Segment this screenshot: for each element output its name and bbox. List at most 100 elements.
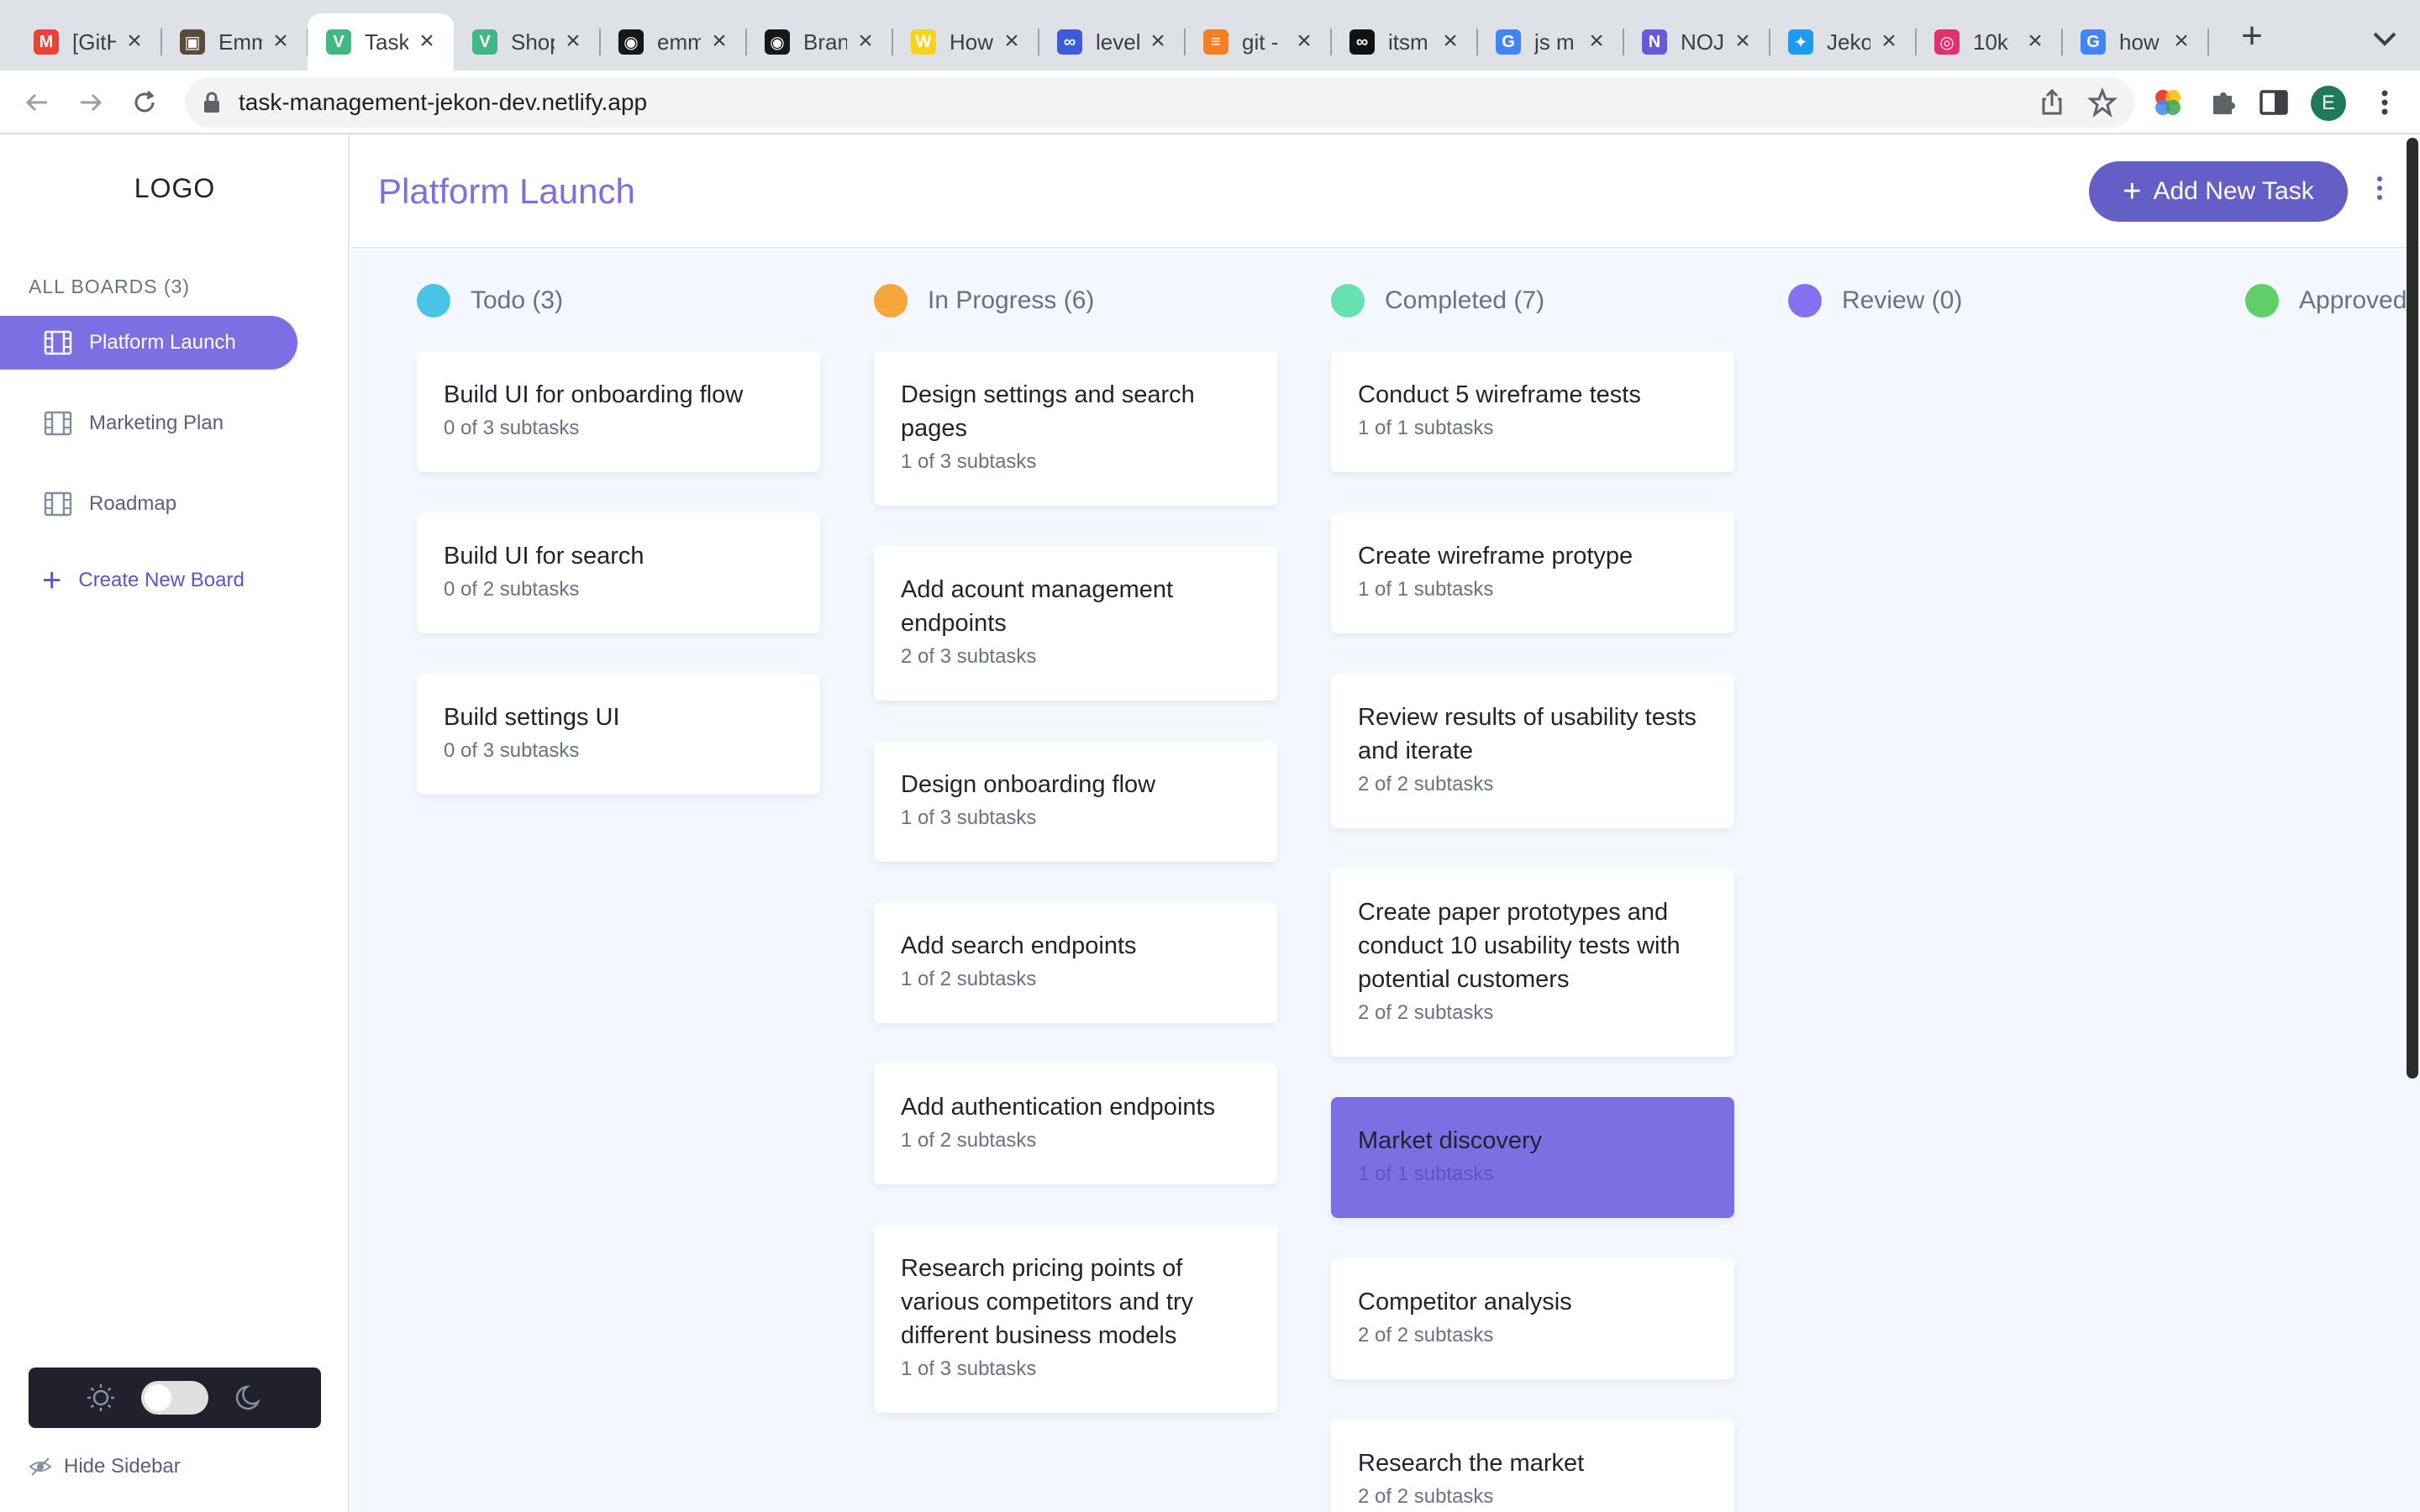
logo: LOGO xyxy=(134,173,216,203)
board-columns: Todo (3) Build UI for onboarding flow 0 of… xyxy=(351,250,2420,1512)
hide-sidebar-button[interactable]: Hide Sidebar xyxy=(29,1455,181,1478)
tab-title: Task xyxy=(365,29,408,55)
task-card[interactable]: Add search endpoints 1 of 2 subtasks xyxy=(874,902,1277,1023)
close-icon[interactable]: × xyxy=(1439,29,1462,54)
github-icon: ◉ xyxy=(618,29,644,55)
sidebar-board-item[interactable]: Roadmap xyxy=(0,477,297,531)
browser-tab[interactable]: ◉ Brand × xyxy=(746,13,893,71)
task-card[interactable]: Competitor analysis 2 of 2 subtasks xyxy=(1331,1258,1734,1379)
puzzle-icon[interactable] xyxy=(2207,86,2240,119)
board-icon xyxy=(44,491,72,517)
browser-tab[interactable]: V Task × xyxy=(308,13,454,71)
task-card[interactable]: Build UI for search 0 of 2 subtasks xyxy=(417,512,820,633)
new-tab-button[interactable]: + xyxy=(2235,18,2269,55)
task-subtask-count: 2 of 2 subtasks xyxy=(1358,1485,1494,1508)
browser-tab[interactable]: ✦ Jeko × xyxy=(1770,13,1917,71)
task-card[interactable]: Research the market 2 of 2 subtasks xyxy=(1331,1420,1734,1512)
browser-tab-strip: M[GitHub]×▣Emma×VTask×VShop×◉emma×◉Brand… xyxy=(0,0,2420,71)
close-icon[interactable]: × xyxy=(1731,29,1754,54)
task-title: Create wireframe protype xyxy=(1358,543,1634,570)
color-wheel-extension-icon[interactable] xyxy=(2151,86,2185,119)
task-title: Review results of usability tests and it… xyxy=(1358,704,1697,764)
column-title: Review (0) xyxy=(1842,286,1963,314)
task-title: Build settings UI xyxy=(444,704,620,731)
task-title: Build UI for onboarding flow xyxy=(444,381,744,408)
photo-icon: ▣ xyxy=(180,29,205,55)
browser-tab[interactable]: ◉ emma × xyxy=(600,13,747,71)
theme-toggle xyxy=(29,1368,321,1428)
side-panel-icon[interactable] xyxy=(2257,86,2291,119)
task-card[interactable]: Market discovery 1 of 1 subtasks xyxy=(1331,1097,1734,1218)
close-icon[interactable]: × xyxy=(708,29,731,54)
theme-switch[interactable] xyxy=(141,1381,208,1415)
task-card[interactable]: Add authentication endpoints 1 of 2 subta… xyxy=(874,1063,1277,1184)
close-icon[interactable]: × xyxy=(123,29,146,54)
browser-tab[interactable]: ◎ 10k × xyxy=(1916,13,2063,71)
browser-tab[interactable]: M [GitHub] × xyxy=(15,13,162,71)
task-card[interactable]: Conduct 5 wireframe tests 1 of 1 subtasks xyxy=(1331,351,1734,472)
browser-tab[interactable]: Ghow × xyxy=(2062,13,2209,71)
tab-title: NOJ xyxy=(1681,29,1724,55)
task-card[interactable]: Add acount management endpoints 2 of 3 su… xyxy=(874,546,1277,701)
browser-menu-icon[interactable] xyxy=(2368,86,2402,119)
browser-tab[interactable]: ∞ itsm × xyxy=(1331,13,1478,71)
page-scrollbar[interactable] xyxy=(2407,138,2418,1079)
browser-tab[interactable]: V Shop× xyxy=(454,13,601,71)
browser-tab[interactable]: W How × xyxy=(892,13,1039,71)
forward-button[interactable] xyxy=(71,82,111,123)
browser-tab[interactable]: ∞ level × xyxy=(1039,13,1186,71)
infinity-icon: ∞ xyxy=(1057,29,1082,55)
task-subtask-count: 0 of 3 subtasks xyxy=(444,739,580,762)
sidebar: LOGO ALL BOARDS (3) Platform Launch Marke… xyxy=(0,134,350,1512)
tab-title: Shop xyxy=(511,29,555,55)
close-icon[interactable]: × xyxy=(415,29,439,54)
task-card[interactable]: Review results of usability tests and it… xyxy=(1331,674,1734,828)
star-icon[interactable] xyxy=(2087,87,2118,118)
profile-avatar[interactable]: E xyxy=(2311,86,2346,121)
column-header: Completed (7) xyxy=(1331,284,1544,318)
column-status-dot xyxy=(417,284,450,318)
back-button[interactable] xyxy=(17,82,57,123)
instagram-icon: ◎ xyxy=(1934,29,1960,55)
task-card[interactable]: Create wireframe protype 1 of 1 subtasks xyxy=(1331,512,1734,633)
close-icon[interactable]: × xyxy=(269,29,292,54)
close-icon[interactable]: × xyxy=(1000,29,1023,54)
address-bar[interactable]: task-management-jekon-dev.netlify.app xyxy=(185,77,2134,128)
close-icon[interactable]: × xyxy=(1877,29,1901,54)
switch-knob xyxy=(145,1384,171,1411)
tab-title: 10k xyxy=(1973,29,2008,55)
board-menu-icon[interactable] xyxy=(2371,176,2388,207)
task-card[interactable]: Build settings UI 0 of 3 subtasks xyxy=(417,674,820,795)
lock-icon[interactable] xyxy=(202,91,222,114)
task-card[interactable]: Research pricing points of various compe… xyxy=(874,1225,1277,1413)
task-card[interactable]: Create paper prototypes and conduct 10 u… xyxy=(1331,869,1734,1057)
close-icon[interactable]: × xyxy=(1292,29,1316,54)
close-icon[interactable]: × xyxy=(1146,29,1170,54)
tab-title: How xyxy=(950,29,993,55)
task-card[interactable]: Design settings and search pages 1 of 3 s… xyxy=(874,351,1277,506)
close-icon[interactable]: × xyxy=(1585,29,1608,54)
close-icon[interactable]: × xyxy=(2023,29,2047,54)
close-icon[interactable]: × xyxy=(2170,29,2193,54)
browser-tab[interactable]: N NOJ × xyxy=(1623,13,1770,71)
create-new-board-button[interactable]: + Create New Board xyxy=(42,564,245,597)
add-new-task-button[interactable]: + Add New Task xyxy=(2089,161,2348,222)
chevron-down-icon[interactable] xyxy=(2368,22,2402,55)
sidebar-board-item[interactable]: Marketing Plan xyxy=(0,396,297,450)
share-icon[interactable] xyxy=(2037,87,2067,118)
close-icon[interactable]: × xyxy=(561,29,585,54)
close-icon[interactable]: × xyxy=(854,29,877,54)
reload-button[interactable] xyxy=(124,82,165,123)
sidebar-board-item[interactable]: Platform Launch xyxy=(0,316,297,370)
browser-tab[interactable]: ≡ git - × xyxy=(1185,13,1332,71)
task-card[interactable]: Build UI for onboarding flow 0 of 3 subta… xyxy=(417,351,820,472)
board-item-label: Roadmap xyxy=(89,492,177,515)
task-subtask-count: 0 of 2 subtasks xyxy=(444,578,580,601)
task-card[interactable]: Design onboarding flow 1 of 3 subtasks xyxy=(874,741,1277,862)
column-title: Todo (3) xyxy=(471,286,564,314)
browser-tab[interactable]: Gjs m × xyxy=(1477,13,1624,71)
infinity-icon: ∞ xyxy=(1349,29,1375,55)
task-subtask-count: 1 of 2 subtasks xyxy=(901,968,1037,990)
vue-icon: V xyxy=(472,29,497,55)
browser-tab[interactable]: ▣ Emma × xyxy=(161,13,308,71)
